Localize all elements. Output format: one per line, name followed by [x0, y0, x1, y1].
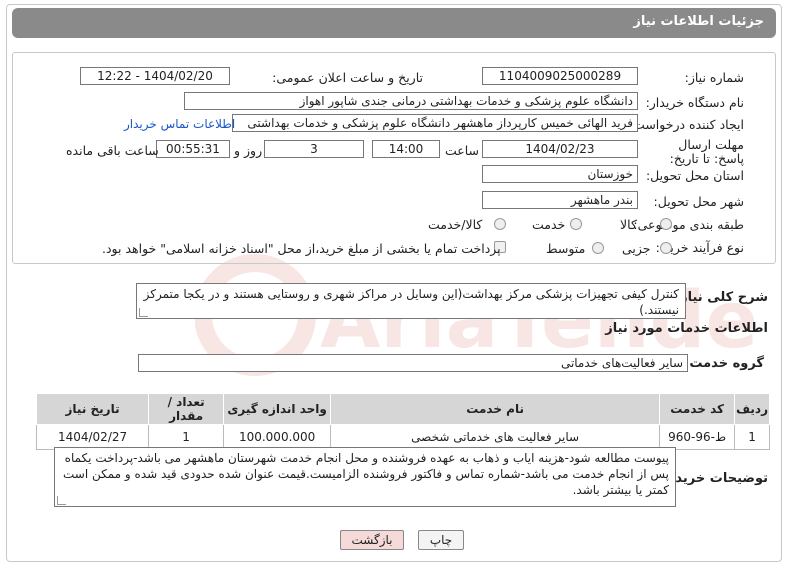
city-label: شهر محل تحویل: [653, 194, 744, 209]
col-header-service-name: نام خدمت [330, 393, 661, 425]
services-table: ردیف کد خدمت نام خدمت واحد اندازه گیری ت… [35, 393, 770, 450]
days-remaining-field: 3 [264, 140, 364, 158]
page-title: جزئیات اطلاعات نیاز [633, 14, 764, 29]
resize-grip-icon[interactable] [57, 496, 66, 505]
cell-quantity: 1 [148, 424, 225, 450]
service-group-field: سایر فعالیت‌های خدماتی [138, 354, 688, 372]
summary-label: شرح کلی نیاز: [674, 290, 768, 305]
province-label: استان محل تحویل: [645, 168, 744, 183]
category-option-goods-service: کالا/خدمت [428, 217, 483, 232]
services-section-title: اطلاعات خدمات مورد نیاز [605, 321, 768, 336]
services-table-header: ردیف کد خدمت نام خدمت واحد اندازه گیری ت… [35, 393, 770, 425]
category-option-service: خدمت [532, 217, 566, 232]
category-radio-service[interactable] [570, 218, 582, 230]
time-remaining-label: ساعت باقی مانده [66, 143, 159, 158]
deadline-time-field: 14:00 [372, 140, 440, 158]
resize-grip-icon[interactable] [139, 308, 148, 317]
summary-textarea: کنترل کیفی تجهیزات پزشکی مرکز بهداشت(این… [136, 283, 686, 319]
buyer-notes-textarea: پیوست مطالعه شود-هزینه ایاب و ذهاب به عه… [54, 447, 676, 507]
time-remaining-field: 00:55:31 [156, 140, 230, 158]
category-label: طبقه بندی موضوعی: [633, 217, 744, 232]
buyer-org-field: دانشگاه علوم پزشکی و خدمات بهداشتی درمان… [184, 92, 638, 110]
city-field: بندر ماهشهر [482, 191, 638, 209]
col-header-need-date: تاریخ نیاز [35, 393, 150, 425]
cell-need-date: 1404/02/27 [35, 424, 150, 450]
need-number-field: 1104009025000289 [482, 67, 638, 85]
category-radio-goods-service[interactable] [494, 218, 506, 230]
process-option-medium: متوسط [546, 241, 586, 256]
print-button[interactable]: چاپ [418, 530, 464, 550]
summary-text: کنترل کیفی تجهیزات پزشکی مرکز بهداشت(این… [143, 287, 679, 317]
days-label: روز و [234, 143, 263, 158]
need-number-label: شماره نیاز: [684, 70, 744, 85]
col-header-row-number: ردیف [734, 393, 770, 425]
buyer-notes-text: پیوست مطالعه شود-هزینه ایاب و ذهاب به عه… [63, 451, 669, 497]
process-option-minor: جزیی [622, 241, 651, 256]
province-field: خوزستان [482, 165, 638, 183]
creator-label: ایجاد کننده درخواست: [628, 117, 744, 132]
creator-field: فرید الهائی خمیس کارپرداز ماهشهر دانشگاه… [232, 114, 638, 132]
buyer-contact-link[interactable]: اطلاعات تماس خریدار [124, 117, 235, 131]
col-header-unit: واحد اندازه گیری [223, 393, 332, 425]
deadline-date-field: 1404/02/23 [482, 140, 638, 158]
treasury-note: پرداخت تمام یا بخشی از مبلغ خرید،از محل … [102, 241, 501, 256]
category-option-goods: کالا [620, 217, 637, 232]
back-button[interactable]: بازگشت [340, 530, 404, 550]
page: AriaTender.neT جزئیات اطلاعات نیاز شماره… [0, 0, 788, 566]
deadline-label: مهلت ارسال پاسخ: تا تاریخ: [669, 137, 744, 166]
table-row: 1 ط-96-960 سایر فعالیت های خدماتی شخصی 1… [35, 424, 770, 450]
cell-row-number: 1 [734, 424, 770, 450]
page-header: جزئیات اطلاعات نیاز [12, 8, 776, 38]
col-header-service-code: کد خدمت [659, 393, 736, 425]
announce-field: 1404/02/20 - 12:22 [80, 67, 230, 85]
deadline-time-label: ساعت [445, 143, 480, 158]
process-radio-minor[interactable] [660, 242, 672, 254]
cell-service-code: ط-96-960 [659, 424, 736, 450]
category-radio-goods[interactable] [660, 218, 672, 230]
cell-unit: 100.000.000 [223, 424, 332, 450]
process-radio-medium[interactable] [592, 242, 604, 254]
service-group-label: گروه خدمت: [684, 356, 764, 371]
col-header-quantity: تعداد / مقدار [148, 393, 225, 425]
announce-label: تاریخ و ساعت اعلان عمومی: [272, 70, 423, 85]
buyer-org-label: نام دستگاه خریدار: [645, 95, 744, 110]
cell-service-name: سایر فعالیت های خدماتی شخصی [330, 424, 661, 450]
